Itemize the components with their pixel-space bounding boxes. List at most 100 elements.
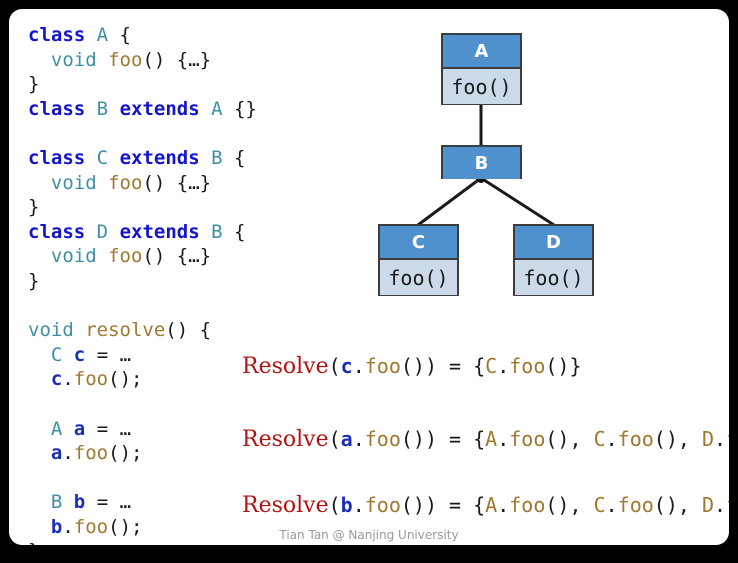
- code-token: foo: [108, 245, 143, 268]
- code-token: .: [62, 368, 74, 391]
- code-token: A: [96, 24, 109, 46]
- code-token: ();: [108, 442, 143, 465]
- code-token: D: [96, 220, 109, 243]
- code-line: c.foo();: [28, 367, 257, 392]
- slide-canvas: class A { void foo() {…}} class B extends…: [9, 9, 729, 545]
- class-node-a: A foo(): [441, 33, 522, 105]
- code-token: = …: [85, 491, 132, 514]
- resolve-receiver: c: [340, 354, 353, 378]
- code-line: class A {: [28, 23, 257, 48]
- resolve-argument: (b.foo()) = {A.foo(), C.foo(), D.foo()}: [329, 493, 729, 517]
- code-line: class D extends B {: [28, 220, 257, 245]
- code-token: foo: [108, 171, 143, 194]
- code-token: .: [62, 442, 74, 465]
- code-line: }: [28, 269, 257, 294]
- code-line: }: [28, 72, 257, 97]
- code-token: {: [222, 146, 246, 169]
- class-node-d: D foo(): [513, 224, 594, 296]
- class-node-d-method: foo(): [515, 258, 592, 295]
- code-token: class: [28, 97, 86, 120]
- code-token: c: [50, 368, 63, 391]
- resolve-argument: (a.foo()) = {A.foo(), C.foo(), D.foo()}: [329, 427, 729, 451]
- code-token: resolve: [85, 319, 166, 342]
- code-token: a: [50, 442, 63, 465]
- code-token: () {…}: [142, 48, 212, 71]
- resolve-result-set: {C.foo()}: [473, 354, 582, 378]
- code-token: }: [28, 73, 40, 96]
- class-node-c: C foo(): [378, 224, 459, 296]
- code-token: {}: [222, 97, 257, 120]
- code-token: extends: [119, 220, 200, 243]
- code-token: {: [222, 220, 246, 243]
- code-line: }: [28, 195, 257, 220]
- resolve-expression-a: Resolve(a.foo()) = {A.foo(), C.foo(), D.…: [242, 427, 729, 452]
- code-token: }: [28, 196, 40, 219]
- resolve-result-set: {A.foo(), C.foo(), D.foo()}: [473, 427, 729, 451]
- code-token: C: [96, 146, 109, 169]
- code-token: extends: [119, 146, 200, 169]
- code-token: extends: [119, 97, 200, 120]
- code-token: void: [28, 319, 74, 342]
- slide-root: class A { void foo() {…}} class B extends…: [0, 0, 738, 563]
- class-node-b-name: B: [443, 147, 520, 179]
- code-token: {: [108, 24, 131, 46]
- code-token: ();: [108, 368, 143, 391]
- code-line: void foo() {…}: [28, 48, 257, 73]
- code-token: void: [50, 48, 97, 71]
- code-line: void foo() {…}: [28, 171, 257, 196]
- resolve-keyword: Resolve: [242, 427, 329, 452]
- resolve-equals: =: [437, 354, 474, 378]
- code-token: class: [28, 24, 86, 46]
- class-node-c-method: foo(): [380, 258, 457, 295]
- code-token: class: [28, 146, 86, 169]
- slide-footer: Tian Tan @ Nanjing University: [279, 528, 459, 542]
- code-token: C: [50, 343, 63, 366]
- code-line: a.foo();: [28, 441, 257, 466]
- code-token: () {…}: [142, 171, 212, 194]
- code-listing: class A { void foo() {…}} class B extends…: [28, 23, 257, 545]
- code-token: B: [50, 491, 63, 514]
- resolve-expression-b: Resolve(b.foo()) = {A.foo(), C.foo(), D.…: [242, 493, 729, 518]
- code-token: B: [211, 146, 223, 169]
- code-token: () {…}: [142, 245, 212, 268]
- code-line: class C extends B {: [28, 146, 257, 171]
- code-token: c: [73, 343, 86, 366]
- resolve-receiver: a: [340, 427, 353, 451]
- code-line: B b = …: [28, 490, 257, 515]
- code-token: A: [50, 417, 63, 440]
- code-token: () {: [165, 319, 212, 342]
- resolve-argument: (c.foo()) = {C.foo()}: [328, 354, 582, 378]
- resolve-keyword: Resolve: [242, 493, 329, 518]
- code-token: }: [28, 269, 40, 292]
- code-token: = …: [85, 343, 132, 366]
- resolve-result-set: {A.foo(), C.foo(), D.foo()}: [473, 493, 729, 517]
- class-node-b: B: [441, 145, 522, 179]
- resolve-equals: =: [437, 493, 474, 517]
- code-line: C c = …: [28, 343, 257, 368]
- code-token: B: [96, 97, 109, 120]
- code-token: a: [73, 417, 86, 440]
